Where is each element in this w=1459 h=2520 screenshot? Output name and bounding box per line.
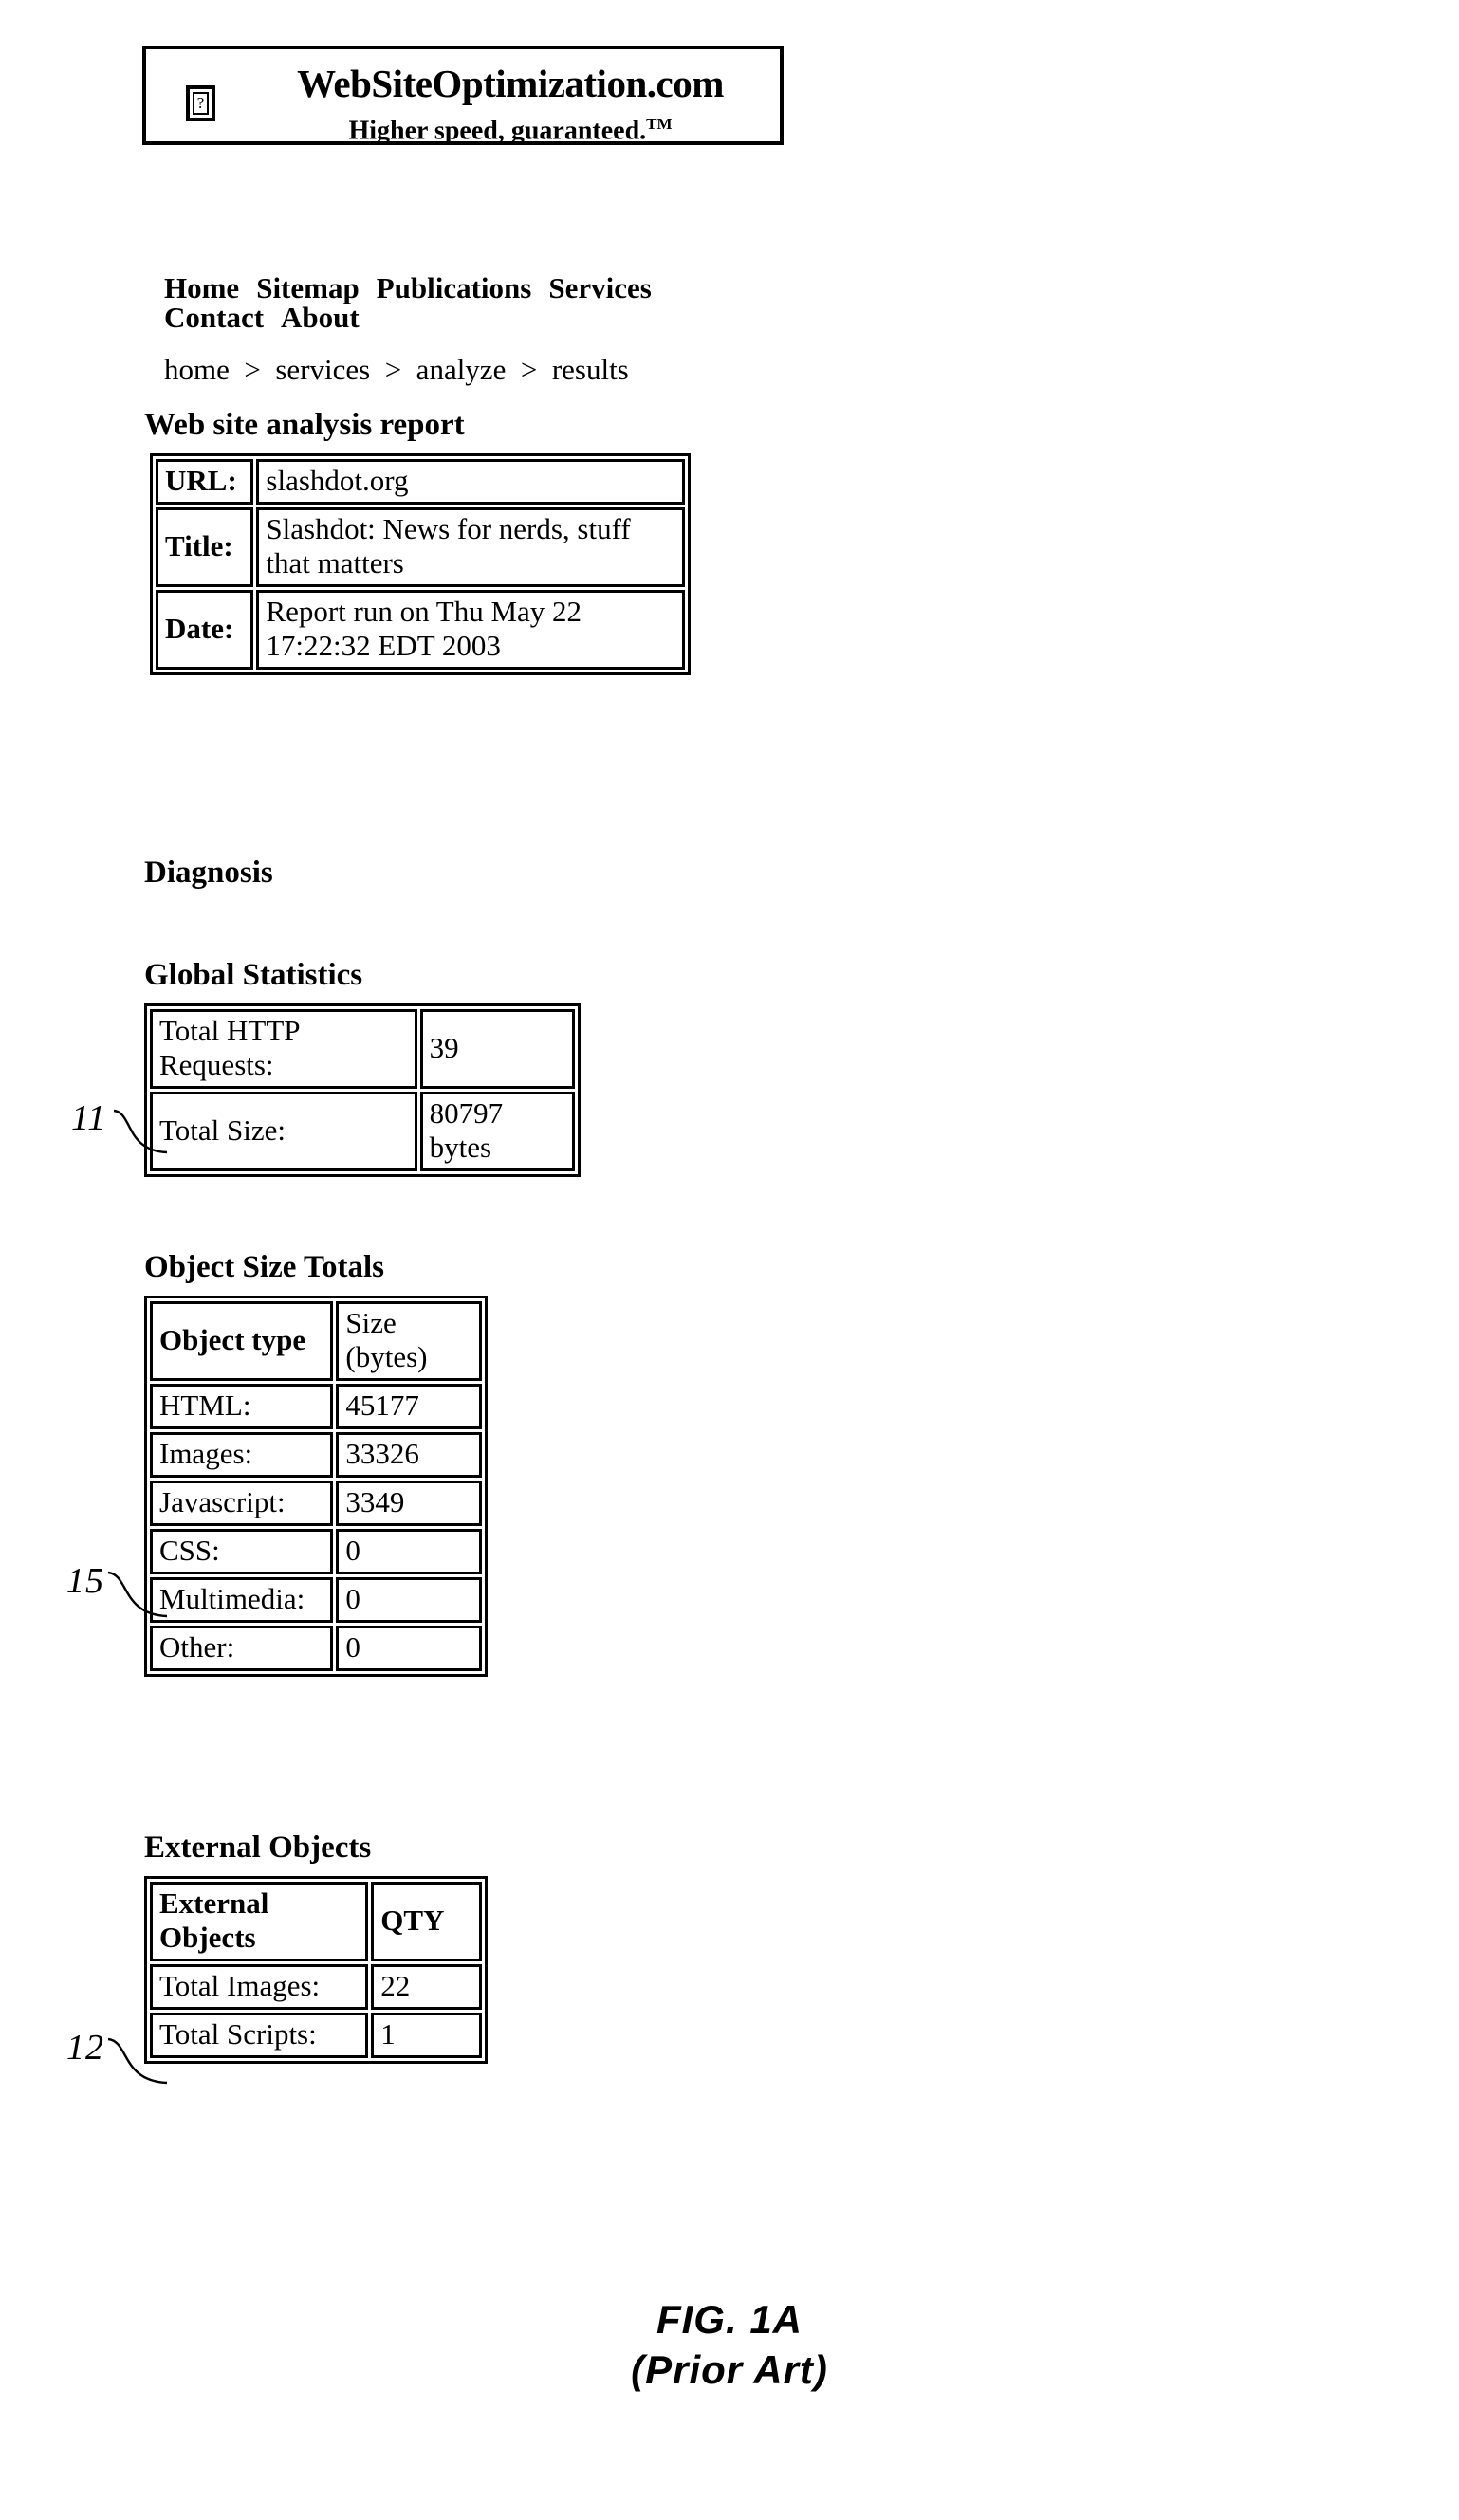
breadcrumb-text[interactable]: home > services > analyze > results <box>164 353 629 386</box>
object-size-totals-table: Object type Size (bytes) HTML: 45177 Ima… <box>144 1296 488 1677</box>
report-title-value: Slashdot: News for nerds, stuff that mat… <box>256 507 685 587</box>
section-heading-external-objects: External Objects <box>144 1830 372 1865</box>
extobj-col-header-name: External Objects <box>150 1882 369 1961</box>
figure-label: FIG. 1A <box>656 2297 803 2342</box>
reference-numeral-15: 15 <box>66 1561 104 1601</box>
patent-figure-canvas: ? WebSiteOptimization.com Higher speed, … <box>0 0 1459 2520</box>
table-row: Multimedia: 0 <box>150 1577 482 1623</box>
total-size-label: Total Size: <box>150 1092 417 1171</box>
table-row: Total HTTP Requests: 39 <box>150 1009 575 1089</box>
primary-nav: Home Sitemap Publications Services Contact A… <box>164 273 809 332</box>
objsize-multimedia-value: 0 <box>336 1577 482 1623</box>
table-row: Javascript: 3349 <box>150 1481 482 1526</box>
objsize-col-header-size: Size (bytes) <box>336 1301 482 1381</box>
nav-item-contact[interactable]: Contact <box>164 301 264 334</box>
trademark-mark: TM <box>646 115 673 133</box>
nav-item-about[interactable]: About <box>281 301 360 334</box>
report-url-label: URL: <box>156 459 254 505</box>
figure-caption: FIG. 1A (Prior Art) <box>0 2295 1459 2396</box>
reference-numeral-11: 11 <box>71 1098 107 1138</box>
nav-item-sitemap[interactable]: Sitemap <box>256 271 360 304</box>
objsize-javascript-value: 3349 <box>336 1481 482 1526</box>
external-objects-table: External Objects QTY Total Images: 22 To… <box>144 1876 488 2064</box>
global-statistics-table: Total HTTP Requests: 39 Total Size: 8079… <box>144 1003 581 1177</box>
table-row: Total Scripts: 1 <box>150 2013 482 2058</box>
section-heading-object-size-totals: Object Size Totals <box>144 1250 384 1284</box>
reference-numeral-12: 12 <box>66 2028 104 2068</box>
objsize-col-header-type: Object type <box>150 1301 334 1381</box>
table-row: Images: 33326 <box>150 1432 482 1478</box>
site-title: WebSiteOptimization.com <box>297 62 724 105</box>
report-date-label: Date: <box>156 590 254 670</box>
report-url-value: slashdot.org <box>256 459 685 505</box>
objsize-javascript-label: Javascript: <box>150 1481 334 1526</box>
report-info-table: URL: slashdot.org Title: Slashdot: News … <box>150 453 691 675</box>
extobj-total-scripts-label: Total Scripts: <box>150 2013 369 2058</box>
objsize-css-value: 0 <box>336 1529 482 1574</box>
nav-item-services[interactable]: Services <box>548 271 651 304</box>
table-row: URL: slashdot.org <box>156 459 685 505</box>
report-date-value: Report run on Thu May 22 17:22:32 EDT 20… <box>256 590 685 670</box>
objsize-multimedia-label: Multimedia: <box>150 1577 334 1623</box>
extobj-total-images-label: Total Images: <box>150 1964 369 2010</box>
objsize-images-value: 33326 <box>336 1432 482 1478</box>
table-row: Date: Report run on Thu May 22 17:22:32 … <box>156 590 685 670</box>
extobj-col-header-qty: QTY <box>371 1882 482 1961</box>
total-http-requests-label: Total HTTP Requests: <box>150 1009 417 1089</box>
extobj-total-scripts-value: 1 <box>371 2013 482 2058</box>
report-title-label: Title: <box>156 507 254 587</box>
objsize-css-label: CSS: <box>150 1529 334 1574</box>
table-row: CSS: 0 <box>150 1529 482 1574</box>
objsize-html-label: HTML: <box>150 1384 334 1429</box>
table-header-row: Object type Size (bytes) <box>150 1301 482 1381</box>
table-header-row: External Objects QTY <box>150 1882 482 1961</box>
total-http-requests-value: 39 <box>419 1009 575 1089</box>
total-size-value: 80797 bytes <box>419 1092 575 1171</box>
broken-image-placeholder-icon: ? <box>186 85 215 121</box>
section-heading-diagnosis: Diagnosis <box>144 855 273 890</box>
page-title: Web site analysis report <box>144 408 465 442</box>
nav-item-home[interactable]: Home <box>164 271 239 304</box>
extobj-total-images-value: 22 <box>371 1964 482 2010</box>
site-banner-inner: ? WebSiteOptimization.com Higher speed, … <box>146 49 780 145</box>
site-banner: ? WebSiteOptimization.com Higher speed, … <box>142 46 784 145</box>
table-row: Total Size: 80797 bytes <box>150 1092 575 1171</box>
broken-image-glyph: ? <box>193 92 209 115</box>
objsize-other-value: 0 <box>336 1626 482 1671</box>
breadcrumb: home > services > analyze > results <box>164 354 629 385</box>
nav-item-publications[interactable]: Publications <box>377 271 532 304</box>
objsize-other-label: Other: <box>150 1626 334 1671</box>
site-tagline-text: Higher speed, guaranteed. <box>348 116 647 146</box>
objsize-images-label: Images: <box>150 1432 334 1478</box>
table-row: HTML: 45177 <box>150 1384 482 1429</box>
figure-sublabel: (Prior Art) <box>631 2347 828 2392</box>
objsize-html-value: 45177 <box>336 1384 482 1429</box>
table-row: Title: Slashdot: News for nerds, stuff t… <box>156 507 685 587</box>
section-heading-global-statistics: Global Statistics <box>144 958 363 992</box>
site-tagline: Higher speed, guaranteed.TM <box>233 107 787 148</box>
table-row: Other: 0 <box>150 1626 482 1671</box>
table-row: Total Images: 22 <box>150 1964 482 2010</box>
